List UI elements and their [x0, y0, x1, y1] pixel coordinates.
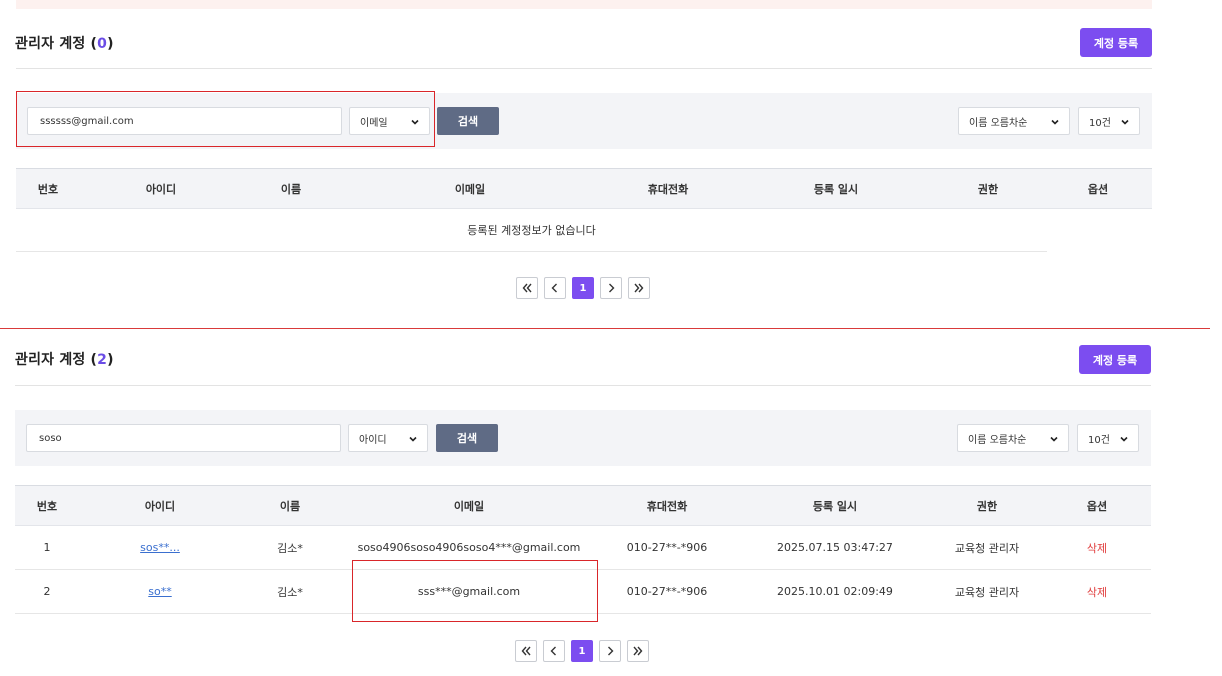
prev-page-button[interactable] — [543, 640, 565, 662]
section-title-text: 관리자 계정 ( — [15, 352, 98, 368]
cell-id-link[interactable]: sos**... — [99, 526, 221, 569]
chevron-right-icon — [609, 283, 615, 293]
annotation-highlight-box — [16, 91, 435, 147]
chevron-left-icon — [550, 646, 556, 656]
search-bar: soso 아이디 검색 이름 오름차순 10건 — [15, 410, 1151, 466]
section-title-close: ) — [107, 36, 114, 52]
page-size-select[interactable]: 10건 — [1077, 424, 1139, 452]
filter-selected-label: 아이디 — [359, 434, 387, 446]
chevron-left-icon — [551, 283, 557, 293]
column-header-id: 아이디 — [144, 500, 176, 513]
admin-accounts-section-results: 관리자 계정 (2) 계정 등록 soso 아이디 검색 이름 오름차순 10건… — [0, 330, 1222, 676]
cell-phone: 010-27**-*906 — [626, 585, 708, 598]
column-header-option: 옵션 — [1086, 500, 1108, 513]
section-title: 관리자 계정 (0) — [15, 33, 114, 53]
register-account-button[interactable]: 계정 등록 — [1080, 28, 1152, 57]
sort-select[interactable]: 이름 오름차순 — [958, 107, 1070, 135]
column-header-name: 이름 — [279, 500, 301, 513]
column-header-role: 권한 — [976, 500, 998, 513]
column-header-registered: 등록 일시 — [812, 500, 858, 513]
chevron-down-icon — [1051, 119, 1059, 125]
register-account-button[interactable]: 계정 등록 — [1079, 345, 1151, 374]
sort-selected-label: 이름 오름차순 — [968, 434, 1027, 446]
section-title-text: 관리자 계정 ( — [15, 36, 98, 52]
title-divider — [16, 68, 1152, 69]
column-header-phone: 휴대전화 — [647, 183, 689, 196]
page-size-selected-label: 10건 — [1089, 117, 1111, 129]
first-page-button[interactable] — [516, 277, 538, 299]
cell-id-link[interactable]: so** — [99, 570, 221, 613]
chevron-right-icon — [608, 646, 614, 656]
double-chevron-right-icon — [634, 283, 644, 293]
column-header-registered: 등록 일시 — [813, 183, 859, 196]
cell-phone: 010-27**-*906 — [626, 541, 708, 554]
pagination: 1 — [516, 277, 650, 299]
column-header-number: 번호 — [37, 183, 59, 196]
account-count: 0 — [97, 36, 108, 52]
column-header-option: 옵션 — [1087, 183, 1109, 196]
double-chevron-left-icon — [522, 283, 532, 293]
cell-number: 2 — [43, 585, 51, 598]
cell-registered: 2025.07.15 03:47:27 — [777, 541, 893, 554]
column-header-email: 이메일 — [453, 500, 485, 513]
delete-link[interactable]: 삭제 — [1059, 570, 1135, 613]
account-count: 2 — [97, 352, 108, 368]
column-header-role: 권한 — [977, 183, 999, 196]
table-header: 번호 아이디 이름 이메일 휴대전화 등록 일시 권한 옵션 — [16, 168, 1152, 209]
cell-number: 1 — [43, 541, 51, 554]
screenshot-separator-line — [0, 328, 1210, 329]
admin-accounts-section-empty: 관리자 계정 (0) 계정 등록 ssssss@gmail.com 이메일 검색… — [0, 0, 1222, 320]
sort-selected-label: 이름 오름차순 — [969, 117, 1028, 129]
annotation-highlight-box — [352, 560, 598, 622]
sort-select[interactable]: 이름 오름차순 — [957, 424, 1069, 452]
section-title-close: ) — [107, 352, 114, 368]
column-header-name: 이름 — [280, 183, 302, 196]
search-filter-select[interactable]: 아이디 — [348, 424, 428, 452]
cell-role: 교육청 관리자 — [954, 541, 1020, 555]
search-input[interactable]: soso — [26, 424, 341, 452]
page-size-selected-label: 10건 — [1088, 434, 1110, 446]
table-header: 번호 아이디 이름 이메일 휴대전화 등록 일시 권한 옵션 — [15, 485, 1151, 526]
cell-name: 김소* — [277, 541, 303, 555]
last-page-button[interactable] — [627, 640, 649, 662]
search-button[interactable]: 검색 — [436, 424, 498, 452]
cell-registered: 2025.10.01 02:09:49 — [777, 585, 893, 598]
title-divider — [15, 385, 1151, 386]
chevron-down-icon — [1050, 436, 1058, 442]
delete-link[interactable]: 삭제 — [1059, 526, 1135, 569]
last-page-button[interactable] — [628, 277, 650, 299]
column-header-phone: 휴대전화 — [646, 500, 688, 513]
column-header-id: 아이디 — [145, 183, 177, 196]
double-chevron-right-icon — [633, 646, 643, 656]
double-chevron-left-icon — [521, 646, 531, 656]
column-header-number: 번호 — [36, 500, 58, 513]
cell-name: 김소* — [277, 585, 303, 599]
page-size-select[interactable]: 10건 — [1078, 107, 1140, 135]
chevron-down-icon — [1120, 436, 1128, 442]
search-button[interactable]: 검색 — [437, 107, 499, 135]
pagination: 1 — [515, 640, 649, 662]
column-header-email: 이메일 — [454, 183, 486, 196]
cell-role: 교육청 관리자 — [954, 585, 1020, 599]
chevron-down-icon — [409, 436, 417, 442]
page-button-current[interactable]: 1 — [571, 640, 593, 662]
page-button-current[interactable]: 1 — [572, 277, 594, 299]
next-page-button[interactable] — [599, 640, 621, 662]
first-page-button[interactable] — [515, 640, 537, 662]
chevron-down-icon — [1121, 119, 1129, 125]
section-title: 관리자 계정 (2) — [15, 349, 114, 369]
next-page-button[interactable] — [600, 277, 622, 299]
empty-table-message: 등록된 계정정보가 없습니다 — [16, 209, 1047, 252]
prev-page-button[interactable] — [544, 277, 566, 299]
